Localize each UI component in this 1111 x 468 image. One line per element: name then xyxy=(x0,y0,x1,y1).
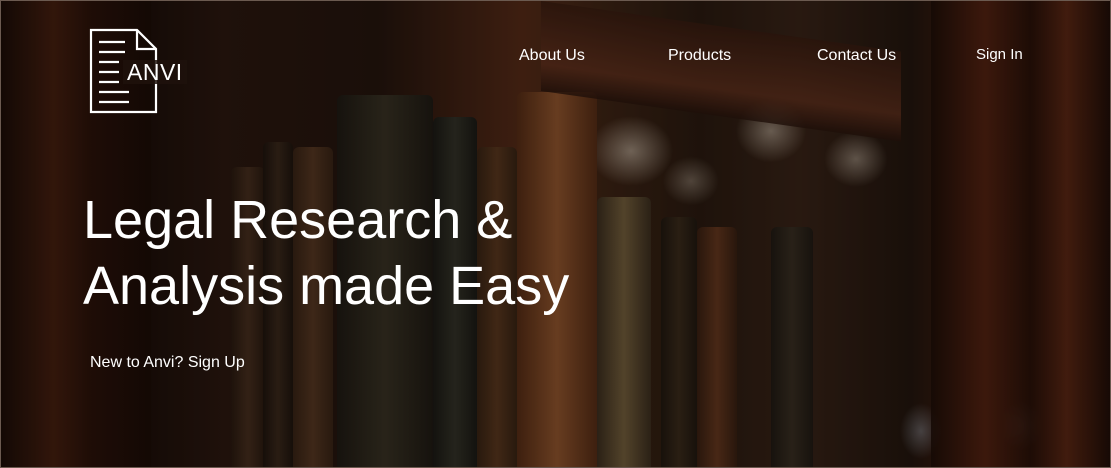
hero-headline-line-1: Legal Research & xyxy=(83,190,513,250)
sign-in-link[interactable]: Sign In xyxy=(976,46,1023,63)
brand-logo[interactable]: ANVI xyxy=(89,28,199,116)
hero-section: ANVI About Us Products Contact Us Sign I… xyxy=(0,0,1111,468)
hero-headline-line-2: Analysis made Easy xyxy=(83,256,570,316)
hero-headline: Legal Research & Analysis made Easy xyxy=(83,187,643,319)
top-navigation: About Us Products Contact Us Sign In xyxy=(1,46,1110,70)
sign-up-link[interactable]: New to Anvi? Sign Up xyxy=(90,354,245,372)
nav-contact-us-link[interactable]: Contact Us xyxy=(817,47,896,65)
nav-about-us-link[interactable]: About Us xyxy=(519,47,585,65)
nav-products-link[interactable]: Products xyxy=(668,47,731,65)
